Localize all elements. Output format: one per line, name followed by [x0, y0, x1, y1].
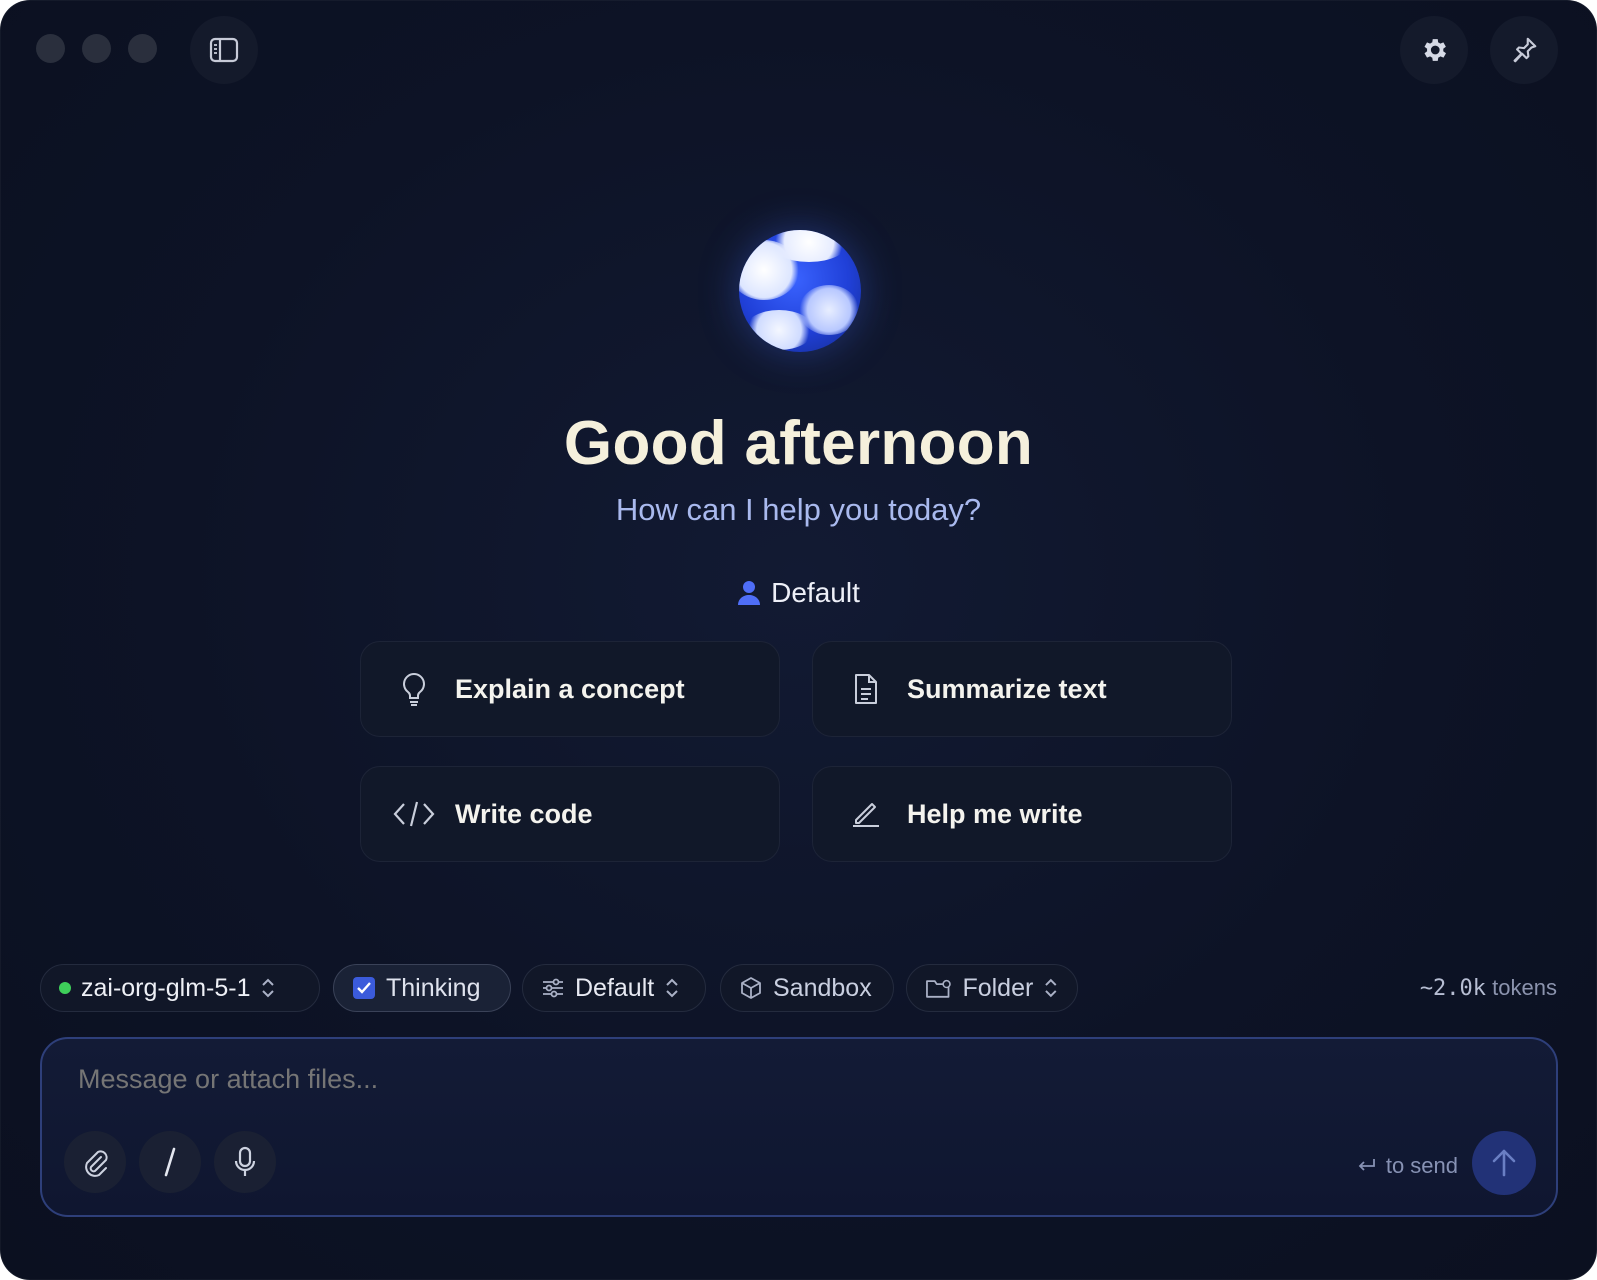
model-status-dot — [59, 982, 71, 994]
sandbox-button[interactable]: Sandbox — [720, 964, 894, 1012]
suggestion-label: Write code — [455, 798, 593, 829]
persona-label: Default — [771, 577, 860, 608]
model-name: zai-org-glm-5-1 — [81, 973, 251, 1002]
preset-label: Default — [575, 973, 655, 1002]
send-button[interactable] — [1472, 1131, 1536, 1195]
suggestion-label: Help me write — [907, 798, 1083, 829]
pin-icon — [1513, 37, 1537, 63]
cube-icon — [741, 977, 761, 999]
token-count: ~2.0k tokens — [1420, 975, 1557, 1001]
preset-selector[interactable]: Default — [522, 964, 706, 1012]
chevron-up-down-icon — [666, 978, 678, 998]
gear-icon — [1424, 39, 1446, 61]
voice-input-button[interactable] — [214, 1131, 276, 1193]
user-icon — [738, 581, 761, 605]
chevron-up-down-icon — [262, 978, 275, 998]
token-count-label: tokens — [1492, 975, 1557, 1000]
code-icon — [393, 801, 435, 827]
pen-icon — [853, 803, 879, 827]
model-selector[interactable]: zai-org-glm-5-1 — [40, 964, 320, 1012]
paperclip-icon — [85, 1150, 108, 1177]
folder-label: Folder — [962, 973, 1034, 1002]
checkbox-checked-icon[interactable] — [352, 976, 376, 1000]
greeting-title: Good afternoon — [563, 409, 1034, 478]
send-hint-label: to send — [1385, 1153, 1458, 1178]
message-composer: to send — [40, 1037, 1558, 1217]
token-count-value: ~2.0k — [1419, 976, 1487, 1001]
suggestion-help-me-write[interactable]: Help me write — [812, 766, 1232, 862]
pin-window-button[interactable] — [1490, 16, 1558, 84]
suggestion-summarize-text[interactable]: Summarize text — [812, 641, 1232, 737]
thinking-toggle[interactable]: Thinking — [333, 964, 511, 1012]
attach-button[interactable] — [64, 1131, 126, 1193]
send-hint: to send — [1356, 1153, 1458, 1179]
sidebar-icon — [209, 37, 239, 63]
sliders-icon — [543, 978, 563, 998]
minimize-window-button[interactable] — [82, 34, 111, 63]
chevron-up-down-icon — [1045, 978, 1057, 998]
slash-command-button[interactable] — [139, 1131, 201, 1193]
window-controls — [36, 34, 157, 63]
arrow-up-icon — [1492, 1149, 1516, 1177]
toggle-sidebar-button[interactable] — [190, 16, 258, 84]
logo-globe — [739, 230, 861, 352]
slash-icon — [164, 1147, 176, 1177]
settings-button[interactable] — [1400, 16, 1468, 84]
suggestion-label: Summarize text — [907, 673, 1107, 704]
document-icon — [855, 674, 877, 704]
microphone-icon — [234, 1146, 256, 1176]
close-window-button[interactable] — [36, 34, 65, 63]
thinking-label: Thinking — [386, 973, 481, 1002]
folder-add-icon — [926, 979, 951, 998]
sandbox-label: Sandbox — [773, 973, 872, 1002]
suggestion-write-code[interactable]: Write code — [360, 766, 780, 862]
greeting-subtitle: How can I help you today? — [615, 492, 982, 527]
enter-key-icon — [1358, 1159, 1375, 1171]
app-window: Good afternoon How can I help you today?… — [0, 0, 1597, 1280]
suggestion-explain-concept[interactable]: Explain a concept — [360, 641, 780, 737]
folder-selector[interactable]: Folder — [906, 964, 1078, 1012]
suggestion-label: Explain a concept — [455, 673, 685, 704]
message-input[interactable] — [76, 1063, 1280, 1096]
persona-selector[interactable]: Default — [0, 577, 1597, 609]
lightbulb-icon — [403, 672, 425, 706]
zoom-window-button[interactable] — [128, 34, 157, 63]
